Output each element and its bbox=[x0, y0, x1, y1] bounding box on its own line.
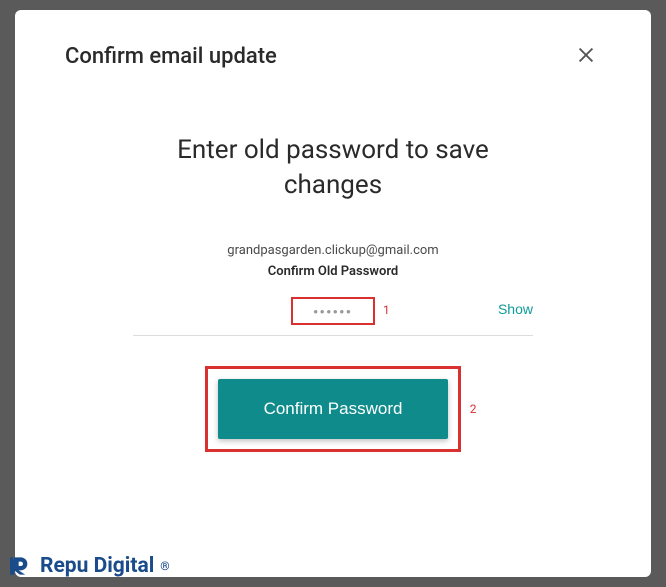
modal-title: Confirm email update bbox=[65, 44, 277, 69]
modal-header: Confirm email update bbox=[65, 40, 601, 73]
email-display: grandpasgarden.clickup@gmail.com bbox=[65, 243, 601, 258]
brand-registered: ® bbox=[160, 559, 169, 573]
annotation-label-1: 1 bbox=[383, 303, 390, 317]
brand-watermark: Repu Digital ® bbox=[10, 553, 170, 579]
annotation-box-2: Confirm Password 2 bbox=[205, 366, 462, 452]
close-button[interactable] bbox=[571, 40, 601, 73]
show-password-button[interactable]: Show bbox=[498, 301, 533, 317]
instruction-text: Enter old password to save changes bbox=[65, 133, 601, 203]
password-row: 1 Show bbox=[133, 297, 533, 336]
brand-name: Repu Digital bbox=[40, 554, 154, 578]
annotation-label-2: 2 bbox=[470, 402, 477, 416]
close-icon bbox=[575, 44, 597, 66]
brand-logo-icon bbox=[10, 553, 36, 579]
confirm-password-button[interactable]: Confirm Password bbox=[218, 379, 449, 439]
confirm-email-modal: Confirm email update Enter old password … bbox=[15, 10, 651, 577]
password-field-label: Confirm Old Password bbox=[65, 264, 601, 279]
password-input[interactable] bbox=[305, 304, 361, 319]
modal-content: Enter old password to save changes grand… bbox=[65, 133, 601, 452]
annotation-box-1 bbox=[291, 297, 375, 325]
